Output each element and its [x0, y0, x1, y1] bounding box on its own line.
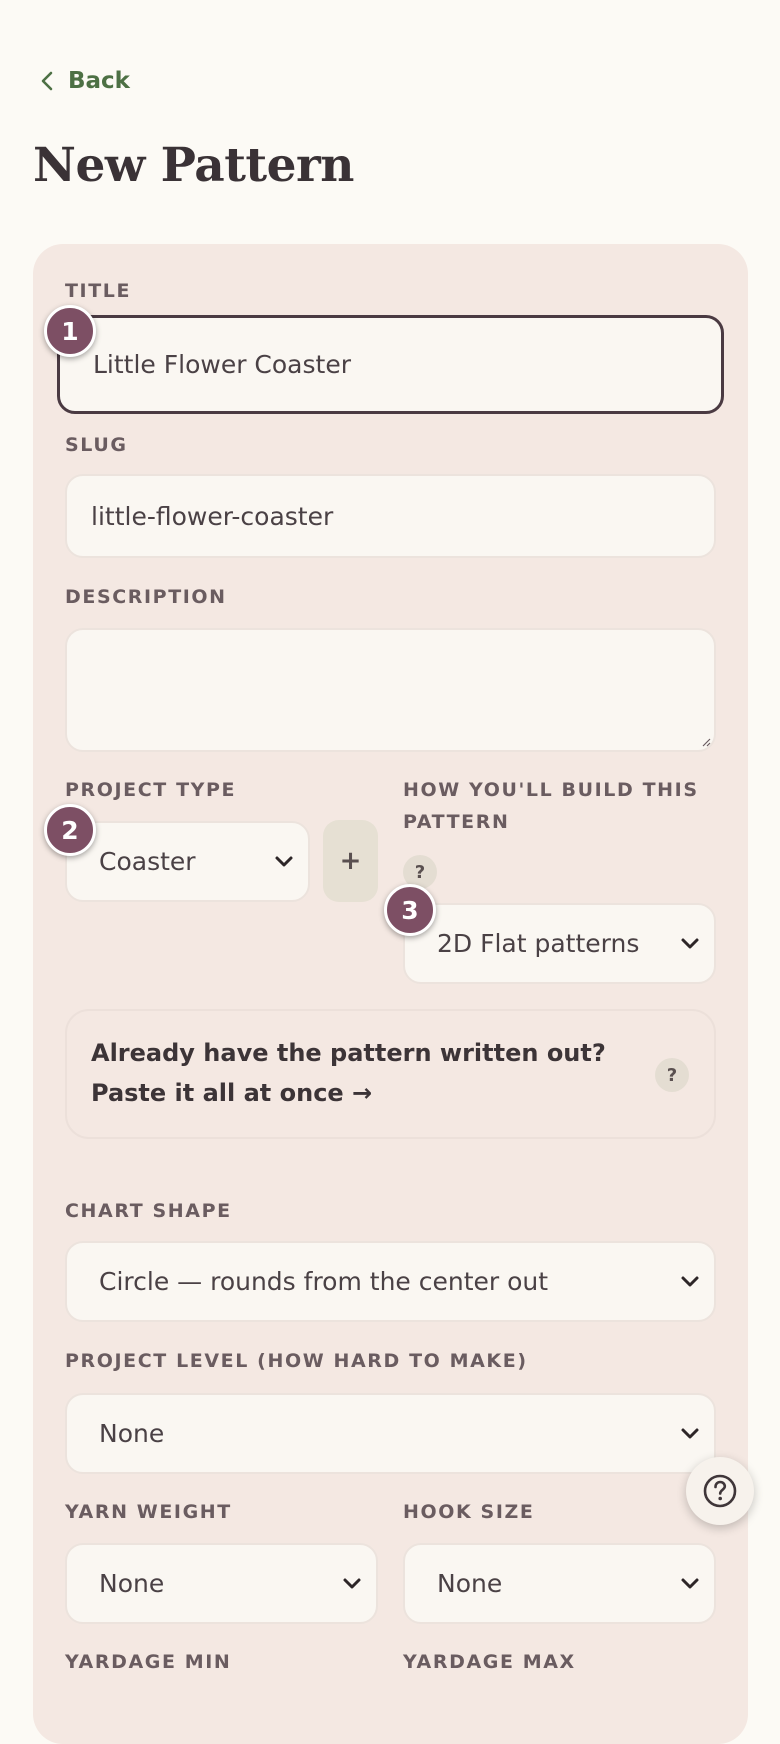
project-level-value: None [99, 1419, 165, 1448]
build-method-select[interactable]: 2D Flat patterns [403, 903, 716, 984]
resize-handle-icon[interactable] [701, 737, 711, 747]
yarn-weight-label: YARN WEIGHT [65, 1501, 232, 1523]
description-label: DESCRIPTION [65, 586, 227, 608]
chevron-left-icon [41, 71, 53, 91]
title-input-value: Little Flower Coaster [93, 350, 351, 379]
step-badge-2: 2 [44, 804, 96, 856]
paste-pattern-question: Already have the pattern written out? [91, 1039, 606, 1067]
project-type-value: Coaster [99, 847, 196, 876]
step-badge-1: 1 [44, 305, 96, 357]
slug-label: SLUG [65, 434, 128, 456]
add-project-type-button[interactable]: + [323, 820, 378, 902]
yardage-min-label: YARDAGE MIN [65, 1651, 232, 1673]
project-level-label: PROJECT LEVEL (HOW HARD TO MAKE) [65, 1350, 528, 1372]
chevron-down-icon [681, 1276, 699, 1286]
build-method-value: 2D Flat patterns [437, 929, 640, 958]
build-method-label: HOW YOU'LL BUILD THIS PATTERN [403, 774, 699, 838]
chevron-down-icon [343, 1578, 361, 1588]
help-button[interactable] [686, 1457, 754, 1525]
slug-input[interactable]: little-flower-coaster [65, 474, 716, 558]
back-label: Back [68, 68, 130, 94]
project-level-select[interactable]: None [65, 1393, 716, 1474]
slug-input-value: little-flower-coaster [91, 501, 334, 531]
description-textarea[interactable] [65, 628, 716, 752]
back-link[interactable]: Back [40, 68, 130, 94]
build-method-label-line2: PATTERN [403, 811, 510, 833]
chart-shape-label: CHART SHAPE [65, 1200, 232, 1222]
chevron-down-icon [681, 1428, 699, 1438]
project-type-select[interactable]: Coaster [65, 821, 310, 902]
paste-pattern-link[interactable]: Paste it all at once → [91, 1079, 372, 1107]
page-title: New Pattern [33, 138, 354, 193]
yarn-weight-select[interactable]: None [65, 1543, 378, 1624]
step-badge-3: 3 [384, 884, 436, 936]
paste-pattern-text: Already have the pattern written out? Pa… [91, 1033, 611, 1113]
chevron-down-icon [275, 856, 293, 866]
chart-shape-value: Circle — rounds from the center out [99, 1267, 549, 1296]
paste-pattern-card[interactable]: Already have the pattern written out? Pa… [65, 1009, 716, 1139]
chart-shape-select[interactable]: Circle — rounds from the center out [65, 1241, 716, 1322]
project-type-label: PROJECT TYPE [65, 779, 237, 801]
yarn-weight-value: None [99, 1569, 165, 1598]
yardage-max-label: YARDAGE MAX [403, 1651, 576, 1673]
title-input[interactable]: Little Flower Coaster [57, 315, 724, 414]
paste-help-icon[interactable]: ? [655, 1058, 689, 1092]
chevron-down-icon [681, 938, 699, 948]
title-label: TITLE [65, 280, 132, 302]
chevron-down-icon [681, 1578, 699, 1588]
build-method-label-line1: HOW YOU'LL BUILD THIS [403, 779, 699, 801]
hook-size-value: None [437, 1569, 503, 1598]
help-circle-icon [703, 1474, 737, 1508]
hook-size-label: HOOK SIZE [403, 1501, 535, 1523]
hook-size-select[interactable]: None [403, 1543, 716, 1624]
